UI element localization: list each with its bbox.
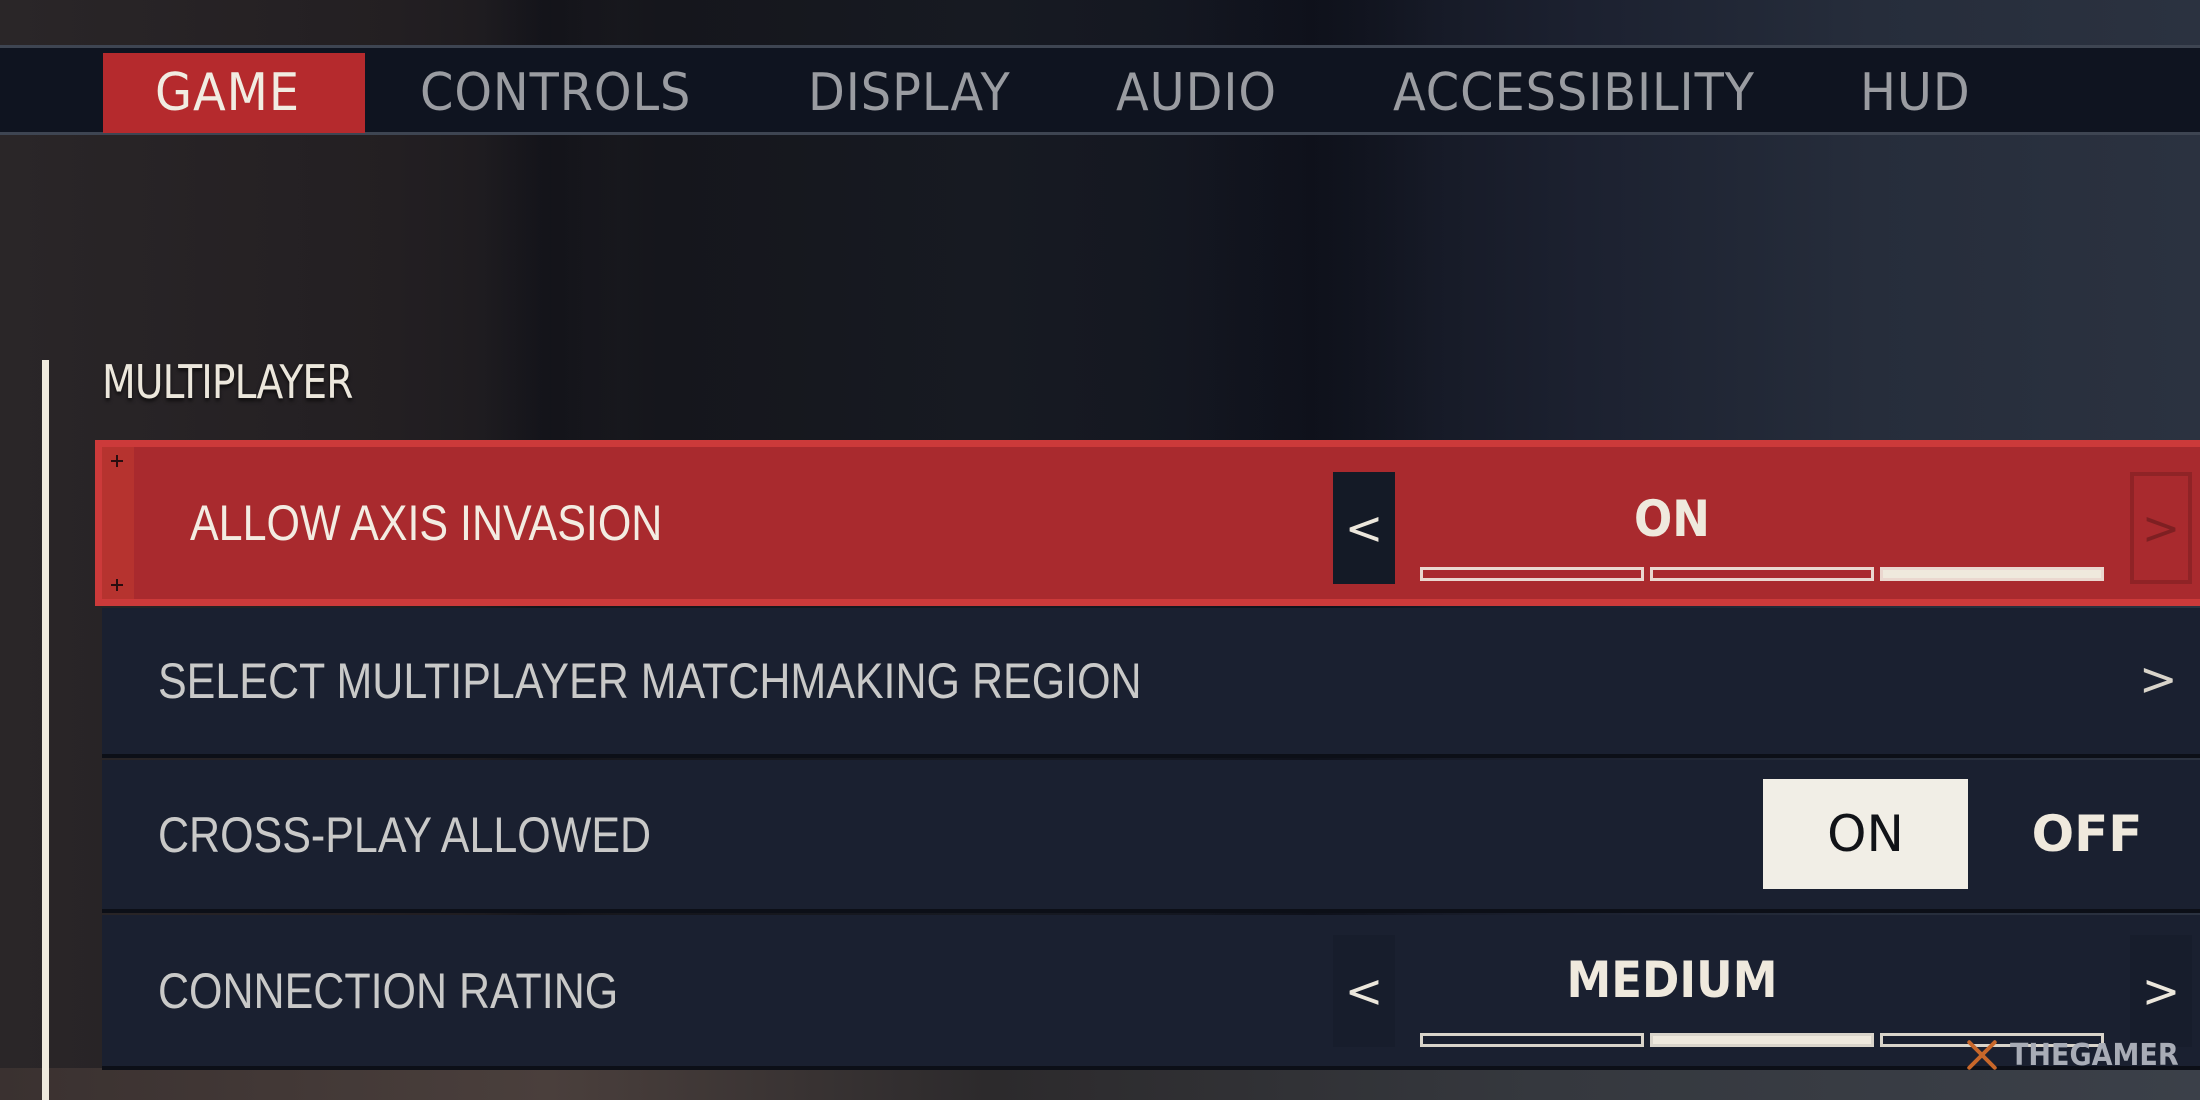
background-scene [0,1068,2200,1100]
chevron-right-icon: > [2141,501,2181,555]
toggle-off-option[interactable]: OFF [2007,779,2167,889]
level-segment [1420,567,1644,581]
tab-accessibility[interactable]: ACCESSIBILITY [1393,53,1755,133]
setting-row-connection-rating[interactable]: CONNECTION RATING < MEDIUM > [102,915,2200,1070]
tab-audio[interactable]: AUDIO [1116,53,1277,133]
tab-controls[interactable]: CONTROLS [420,53,691,133]
level-segment [1650,1033,1874,1047]
next-option-button[interactable]: > [2130,935,2192,1047]
tab-display[interactable]: DISPLAY [808,53,1011,133]
next-option-button[interactable]: > [2130,472,2192,584]
level-segment [1420,1033,1644,1047]
level-segment [1650,567,1874,581]
settings-tab-bar: GAME CONTROLS DISPLAY AUDIO ACCESSIBILIT… [0,45,2200,135]
setting-row-matchmaking-region[interactable]: SELECT MULTIPLAYER MATCHMAKING REGION > [102,608,2200,758]
tab-hud[interactable]: HUD [1860,53,1971,133]
toggle-on-option[interactable]: ON [1763,779,1968,889]
setting-label: ALLOW AXIS INVASION [190,495,663,551]
level-segment [1880,567,2104,581]
option-level-indicator [1420,567,2104,581]
setting-label: SELECT MULTIPLAYER MATCHMAKING REGION [158,653,1142,709]
setting-row-allow-axis-invasion[interactable]: ALLOW AXIS INVASION < ON > [95,440,2200,606]
row-focus-strip [102,447,134,599]
setting-row-cross-play[interactable]: CROSS-PLAY ALLOWED ON OFF [102,760,2200,913]
setting-value: ON [1634,490,1710,548]
chevron-right-icon: > [2141,964,2181,1018]
watermark: THEGAMER [1960,1033,2197,1077]
thegamer-logo-icon [1960,1033,2004,1077]
chevron-right-icon[interactable]: > [2139,652,2178,706]
section-title: MULTIPLAYER [102,355,353,409]
setting-value: MEDIUM [1566,951,1778,1009]
section-indicator-bar [42,360,49,1100]
tab-game[interactable]: GAME [103,53,365,133]
setting-label: CONNECTION RATING [158,962,619,1019]
plus-mark-icon [111,579,123,591]
setting-label: CROSS-PLAY ALLOWED [158,806,652,863]
plus-mark-icon [111,455,123,467]
watermark-text: THEGAMER [2010,1037,2179,1073]
